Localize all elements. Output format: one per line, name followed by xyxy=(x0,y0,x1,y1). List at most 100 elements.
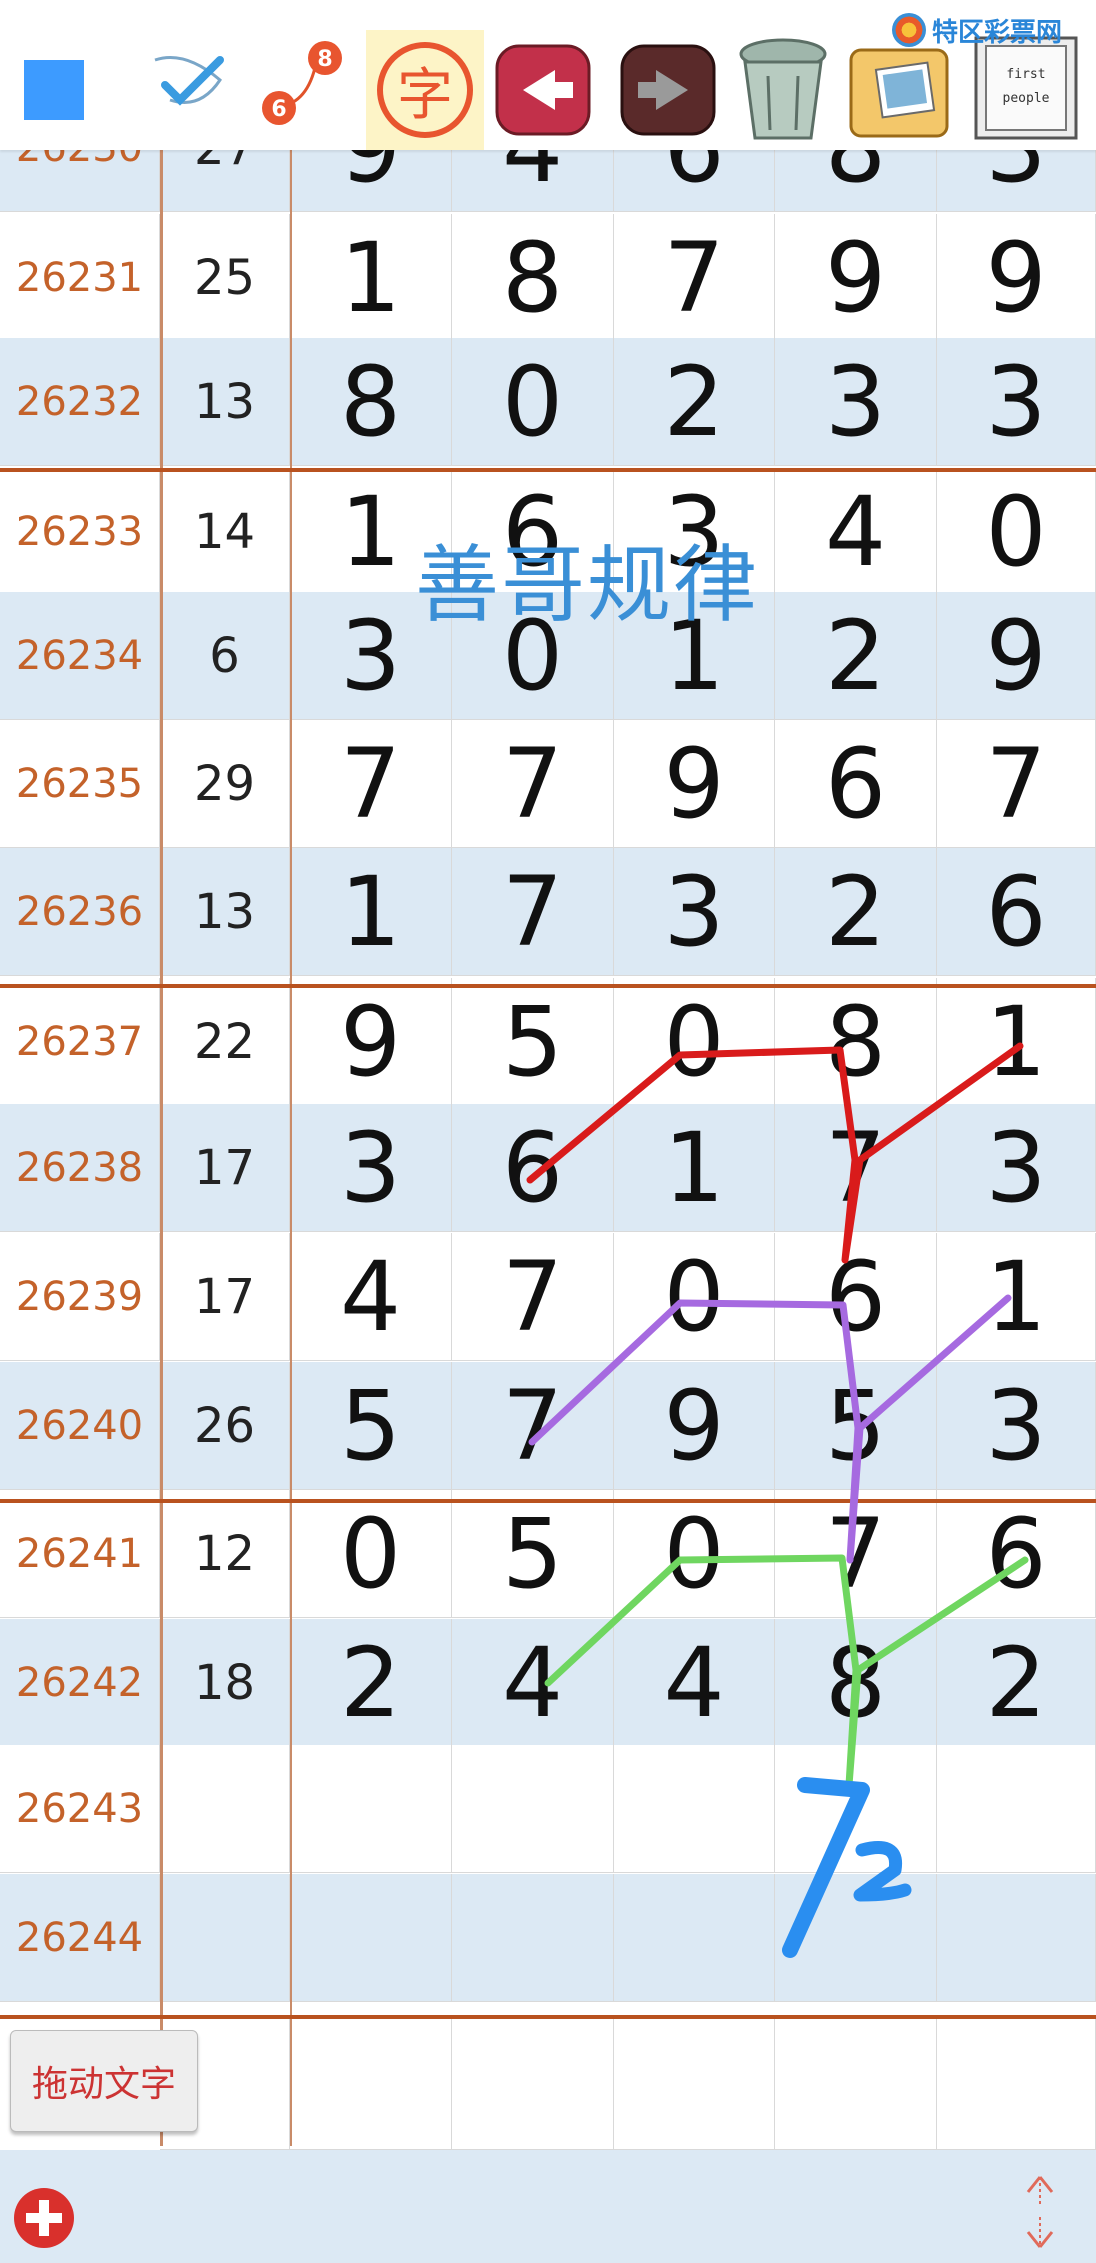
digit-cell[interactable]: 3 xyxy=(937,1362,1096,1490)
issue-number-cell[interactable]: 26238 xyxy=(0,1104,160,1232)
issue-number-cell[interactable]: 26232 xyxy=(0,338,160,466)
issue-number-cell[interactable]: 26235 xyxy=(0,720,160,848)
issue-number-cell[interactable]: 26236 xyxy=(0,848,160,976)
sum-cell[interactable]: 13 xyxy=(160,338,290,466)
digit-cell[interactable]: 5 xyxy=(452,978,614,1106)
digit-cell[interactable] xyxy=(452,1874,614,2002)
sum-cell[interactable]: 17 xyxy=(160,1233,290,1361)
digit-cell[interactable]: 4 xyxy=(290,1233,452,1361)
digit-cell[interactable]: 5 xyxy=(452,1490,614,1618)
drag-text-button[interactable]: 拖动文字 xyxy=(10,2030,198,2132)
digit-cell[interactable] xyxy=(290,1874,452,2002)
issue-number-cell[interactable]: 26233 xyxy=(0,468,160,596)
sum-cell[interactable]: 22 xyxy=(160,978,290,1106)
digit-cell[interactable]: 7 xyxy=(614,214,775,342)
digit-cell[interactable] xyxy=(775,1745,937,1873)
sum-cell[interactable]: 26 xyxy=(160,1362,290,1490)
digit-cell[interactable]: 6 xyxy=(775,1233,937,1361)
digit-cell[interactable]: 8 xyxy=(775,1619,937,1747)
sum-cell[interactable]: 25 xyxy=(160,214,290,342)
sum-cell[interactable]: 18 xyxy=(160,1619,290,1747)
digit-cell[interactable]: 7 xyxy=(452,1362,614,1490)
char-tool-icon[interactable]: 字 xyxy=(366,30,484,150)
digit-cell[interactable]: 9 xyxy=(937,214,1096,342)
digit-cell[interactable] xyxy=(614,1874,775,2002)
digit-cell[interactable]: 3 xyxy=(614,848,775,976)
digit-cell[interactable]: 0 xyxy=(290,1490,452,1618)
trash-icon[interactable] xyxy=(728,26,838,146)
issue-number-cell[interactable]: 26234 xyxy=(0,592,160,720)
digit-cell[interactable]: 7 xyxy=(290,720,452,848)
sum-cell[interactable]: 17 xyxy=(160,1104,290,1232)
resize-vertical-icon[interactable] xyxy=(1010,2172,1070,2252)
digit-cell[interactable]: 7 xyxy=(775,1490,937,1618)
sum-cell[interactable] xyxy=(160,1874,290,2002)
digit-cell[interactable]: 5 xyxy=(290,1362,452,1490)
digit-cell[interactable]: 4 xyxy=(452,1619,614,1747)
digit-cell[interactable]: 9 xyxy=(290,978,452,1106)
digit-cell[interactable]: 4 xyxy=(775,468,937,596)
digit-cell[interactable]: 2 xyxy=(775,848,937,976)
digit-cell[interactable]: 1 xyxy=(937,978,1096,1106)
digit-cell[interactable]: 3 xyxy=(290,1104,452,1232)
digit-cell[interactable]: 1 xyxy=(614,1104,775,1232)
issue-number-cell[interactable]: 26239 xyxy=(0,1233,160,1361)
digit-cell[interactable]: 2 xyxy=(775,592,937,720)
digit-cell[interactable] xyxy=(290,1745,452,1873)
sum-cell[interactable] xyxy=(160,1745,290,1873)
sum-cell[interactable]: 29 xyxy=(160,720,290,848)
issue-number-cell[interactable]: 26243 xyxy=(0,1745,160,1873)
sum-cell[interactable]: 13 xyxy=(160,848,290,976)
digit-cell[interactable]: 9 xyxy=(775,214,937,342)
issue-number-cell[interactable]: 26241 xyxy=(0,1490,160,1618)
digit-cell[interactable]: 8 xyxy=(290,338,452,466)
digit-cell[interactable]: 6 xyxy=(937,848,1096,976)
digit-cell[interactable]: 1 xyxy=(937,1233,1096,1361)
digit-cell[interactable]: 0 xyxy=(614,1490,775,1618)
digit-cell[interactable]: 6 xyxy=(937,1490,1096,1618)
back-arrow-icon[interactable] xyxy=(493,40,593,140)
digit-cell[interactable]: 1 xyxy=(290,848,452,976)
digit-cell[interactable]: 3 xyxy=(937,1104,1096,1232)
digit-cell[interactable]: 8 xyxy=(775,978,937,1106)
digit-cell[interactable] xyxy=(452,1745,614,1873)
issue-number-cell[interactable]: 26237 xyxy=(0,978,160,1106)
digit-cell[interactable] xyxy=(937,1745,1096,1873)
digit-cell[interactable]: 9 xyxy=(937,592,1096,720)
line-connect-icon[interactable]: 8 6 xyxy=(255,30,355,130)
sum-cell[interactable]: 12 xyxy=(160,1490,290,1618)
color-swatch-icon[interactable] xyxy=(18,58,90,122)
digit-cell[interactable]: 6 xyxy=(775,720,937,848)
digit-cell[interactable]: 0 xyxy=(937,468,1096,596)
issue-number-cell[interactable]: 26242 xyxy=(0,1619,160,1747)
sum-cell[interactable]: 6 xyxy=(160,592,290,720)
add-circle-icon[interactable] xyxy=(14,2188,74,2248)
digit-cell[interactable] xyxy=(775,1874,937,2002)
digit-cell[interactable]: 0 xyxy=(452,338,614,466)
digit-cell[interactable] xyxy=(937,1874,1096,2002)
digit-cell[interactable]: 0 xyxy=(614,1233,775,1361)
digit-cell[interactable]: 7 xyxy=(452,720,614,848)
digit-cell[interactable]: 9 xyxy=(614,1362,775,1490)
digit-cell[interactable]: 5 xyxy=(775,1362,937,1490)
pen-check-icon[interactable] xyxy=(140,30,240,130)
issue-number-cell[interactable]: 26231 xyxy=(0,214,160,342)
digit-cell[interactable] xyxy=(614,1745,775,1873)
digit-cell[interactable]: 2 xyxy=(937,1619,1096,1747)
digit-cell[interactable]: 7 xyxy=(452,1233,614,1361)
sum-cell[interactable]: 14 xyxy=(160,468,290,596)
digit-cell[interactable]: 8 xyxy=(452,214,614,342)
digit-cell[interactable]: 1 xyxy=(290,214,452,342)
issue-number-cell[interactable]: 26240 xyxy=(0,1362,160,1490)
digit-cell[interactable]: 9 xyxy=(614,720,775,848)
digit-cell[interactable]: 7 xyxy=(937,720,1096,848)
issue-number-cell[interactable]: 26244 xyxy=(0,1874,160,2002)
digit-cell[interactable]: 0 xyxy=(614,978,775,1106)
digit-cell[interactable]: 3 xyxy=(775,338,937,466)
digit-cell[interactable]: 7 xyxy=(452,848,614,976)
digit-cell[interactable]: 7 xyxy=(775,1104,937,1232)
digit-cell[interactable]: 4 xyxy=(614,1619,775,1747)
digit-cell[interactable]: 3 xyxy=(937,338,1096,466)
digit-cell[interactable]: 2 xyxy=(614,338,775,466)
digit-cell[interactable]: 6 xyxy=(452,1104,614,1232)
